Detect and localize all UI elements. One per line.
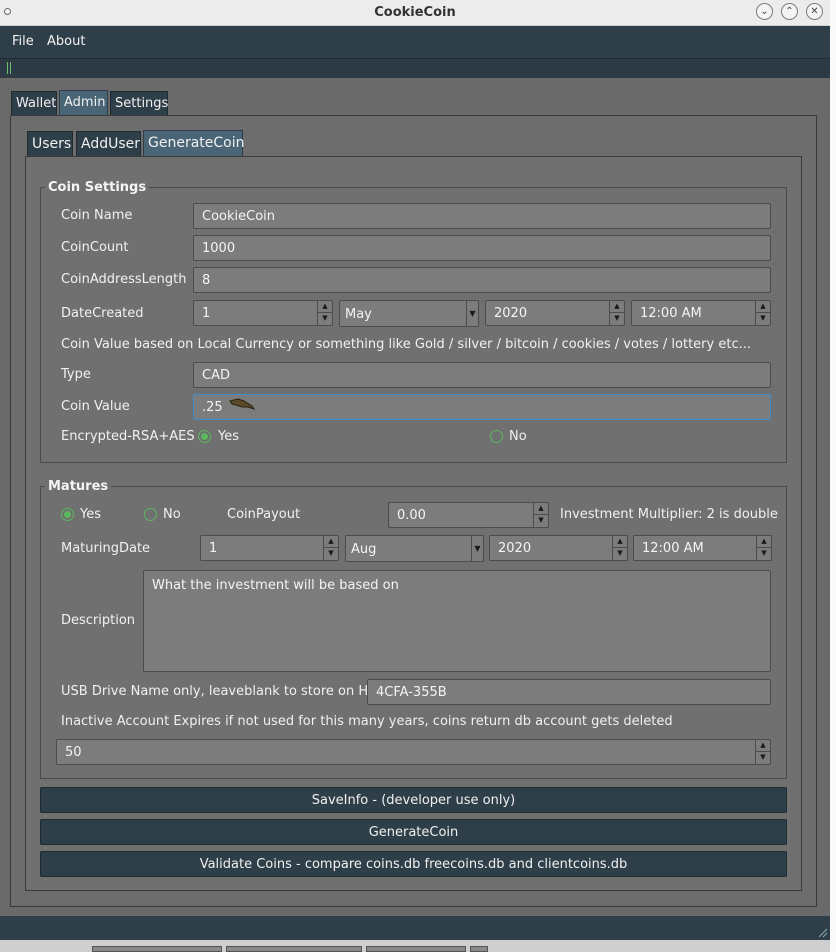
date-created-day-value: 1 bbox=[202, 306, 211, 321]
taskbar-strip bbox=[0, 940, 830, 952]
spin-down-icon[interactable]: ▼ bbox=[324, 548, 338, 560]
maturing-month-value: Aug bbox=[351, 542, 377, 557]
window-title: CookieCoin bbox=[374, 5, 456, 20]
encrypted-no-radio[interactable] bbox=[490, 430, 503, 443]
date-created-year-spinbox[interactable]: 2020 ▲ ▼ bbox=[485, 300, 625, 326]
tab-admin[interactable]: Admin bbox=[59, 90, 108, 115]
matures-title: Matures bbox=[45, 479, 112, 494]
tab-users[interactable]: Users bbox=[27, 131, 73, 157]
investment-multiplier-note: Investment Multiplier: 2 is double bbox=[560, 507, 778, 522]
maturing-time-value: 12:00 AM bbox=[642, 541, 704, 556]
inactive-years-spinbox[interactable]: 50 ▲ ▼ bbox=[56, 739, 771, 765]
spin-down-icon[interactable]: ▼ bbox=[613, 548, 627, 560]
tab-generatecoin[interactable]: GenerateCoin bbox=[143, 130, 245, 157]
resize-grip-icon[interactable] bbox=[818, 928, 828, 938]
coin-count-input[interactable]: 1000 bbox=[193, 235, 771, 261]
window-titlebar: CookieCoin ⌄ ⌃ ✕ bbox=[0, 0, 830, 26]
maturing-year-spinbox[interactable]: 2020 ▲ ▼ bbox=[489, 535, 628, 561]
taskbar-item[interactable] bbox=[92, 946, 222, 952]
description-textarea[interactable]: What the investment will be based on bbox=[143, 570, 771, 672]
address-length-input[interactable]: 8 bbox=[193, 267, 771, 293]
spin-down-icon[interactable]: ▼ bbox=[756, 313, 770, 325]
spin-up-icon[interactable]: ▲ bbox=[613, 536, 627, 548]
menu-about[interactable]: About bbox=[47, 34, 85, 49]
taskbar-item[interactable] bbox=[470, 946, 488, 952]
coin-value-note: Coin Value based on Local Currency or so… bbox=[61, 337, 751, 352]
date-created-time-value: 12:00 AM bbox=[640, 306, 702, 321]
tab-settings[interactable]: Settings bbox=[110, 91, 168, 115]
menu-file[interactable]: File bbox=[12, 34, 34, 49]
toolbar-grip-icon[interactable] bbox=[7, 62, 11, 74]
matures-yes-label[interactable]: Yes bbox=[80, 507, 101, 522]
maturing-day-spinbox[interactable]: 1 ▲ ▼ bbox=[200, 535, 339, 561]
maturing-date-label: MaturingDate bbox=[61, 541, 151, 556]
statusbar bbox=[0, 916, 830, 940]
date-created-day-spinbox[interactable]: 1 ▲ ▼ bbox=[193, 300, 333, 326]
encrypted-no-label[interactable]: No bbox=[509, 429, 527, 444]
close-icon[interactable]: ✕ bbox=[806, 3, 823, 20]
coin-payout-spinbox[interactable]: 0.00 ▲ ▼ bbox=[388, 502, 549, 528]
matures-yes-radio[interactable] bbox=[61, 508, 74, 521]
spin-down-icon[interactable]: ▼ bbox=[318, 313, 332, 325]
date-created-year-value: 2020 bbox=[494, 306, 528, 321]
taskbar-item[interactable] bbox=[366, 946, 466, 952]
type-input[interactable]: CAD bbox=[193, 362, 771, 388]
maturing-month-select[interactable]: Aug ▼ bbox=[345, 535, 484, 562]
usb-drive-input[interactable]: 4CFA-355B bbox=[367, 679, 771, 705]
spin-down-icon[interactable]: ▼ bbox=[756, 752, 770, 764]
coin-payout-label: CoinPayout bbox=[227, 507, 301, 522]
validate-coins-button[interactable]: Validate Coins - compare coins.db freeco… bbox=[40, 851, 787, 877]
desktop-edge bbox=[830, 0, 836, 952]
encrypted-label: Encrypted-RSA+AES bbox=[61, 429, 195, 444]
taskbar-item[interactable] bbox=[226, 946, 362, 952]
spin-down-icon[interactable]: ▼ bbox=[534, 515, 548, 527]
maximize-icon[interactable]: ⌃ bbox=[781, 3, 798, 20]
coin-settings-title: Coin Settings bbox=[45, 180, 150, 195]
date-created-label: DateCreated bbox=[61, 306, 144, 321]
coin-payout-value: 0.00 bbox=[397, 508, 426, 523]
tab-wallet[interactable]: Wallet bbox=[11, 91, 57, 115]
type-label: Type bbox=[61, 367, 91, 382]
maturing-year-value: 2020 bbox=[498, 541, 532, 556]
spin-down-icon[interactable]: ▼ bbox=[757, 548, 771, 560]
inactive-years-value: 50 bbox=[65, 745, 82, 760]
spin-up-icon[interactable]: ▲ bbox=[756, 740, 770, 752]
address-length-label: CoinAddressLength bbox=[61, 272, 187, 287]
date-created-month-select[interactable]: May ▼ bbox=[339, 300, 479, 327]
minimize-icon[interactable]: ⌄ bbox=[756, 3, 773, 20]
matures-no-label[interactable]: No bbox=[163, 507, 181, 522]
date-created-month-value: May bbox=[345, 307, 372, 322]
spin-up-icon[interactable]: ▲ bbox=[324, 536, 338, 548]
spin-up-icon[interactable]: ▲ bbox=[534, 503, 548, 515]
spin-up-icon[interactable]: ▲ bbox=[610, 301, 624, 313]
menubar: File About bbox=[0, 26, 830, 58]
usb-drive-label: USB Drive Name only, leaveblank to store… bbox=[61, 684, 379, 699]
spin-up-icon[interactable]: ▲ bbox=[756, 301, 770, 313]
toolbar bbox=[0, 58, 830, 78]
coin-count-label: CoinCount bbox=[61, 240, 129, 255]
cursor-pointer-icon bbox=[229, 398, 256, 410]
coin-value-input[interactable]: .25 bbox=[193, 394, 771, 420]
encrypted-yes-radio[interactable] bbox=[198, 430, 211, 443]
spin-down-icon[interactable]: ▼ bbox=[610, 313, 624, 325]
inactive-account-note: Inactive Account Expires if not used for… bbox=[61, 714, 673, 729]
coin-name-input[interactable]: CookieCoin bbox=[193, 203, 771, 229]
chevron-down-icon: ▼ bbox=[471, 536, 483, 561]
coin-value-label: Coin Value bbox=[61, 399, 130, 414]
maturing-time-spinbox[interactable]: 12:00 AM ▲ ▼ bbox=[633, 535, 772, 561]
date-created-time-spinbox[interactable]: 12:00 AM ▲ ▼ bbox=[631, 300, 771, 326]
encrypted-yes-label[interactable]: Yes bbox=[218, 429, 239, 444]
maturing-day-value: 1 bbox=[209, 541, 218, 556]
spin-up-icon[interactable]: ▲ bbox=[318, 301, 332, 313]
chevron-down-icon: ▼ bbox=[466, 301, 478, 326]
generate-coin-button[interactable]: GenerateCoin bbox=[40, 819, 787, 845]
coin-name-label: Coin Name bbox=[61, 208, 133, 223]
tab-adduser[interactable]: AddUser bbox=[76, 131, 141, 157]
description-label: Description bbox=[61, 613, 136, 628]
save-info-button[interactable]: SaveInfo - (developer use only) bbox=[40, 787, 787, 813]
matures-no-radio[interactable] bbox=[144, 508, 157, 521]
spin-up-icon[interactable]: ▲ bbox=[757, 536, 771, 548]
